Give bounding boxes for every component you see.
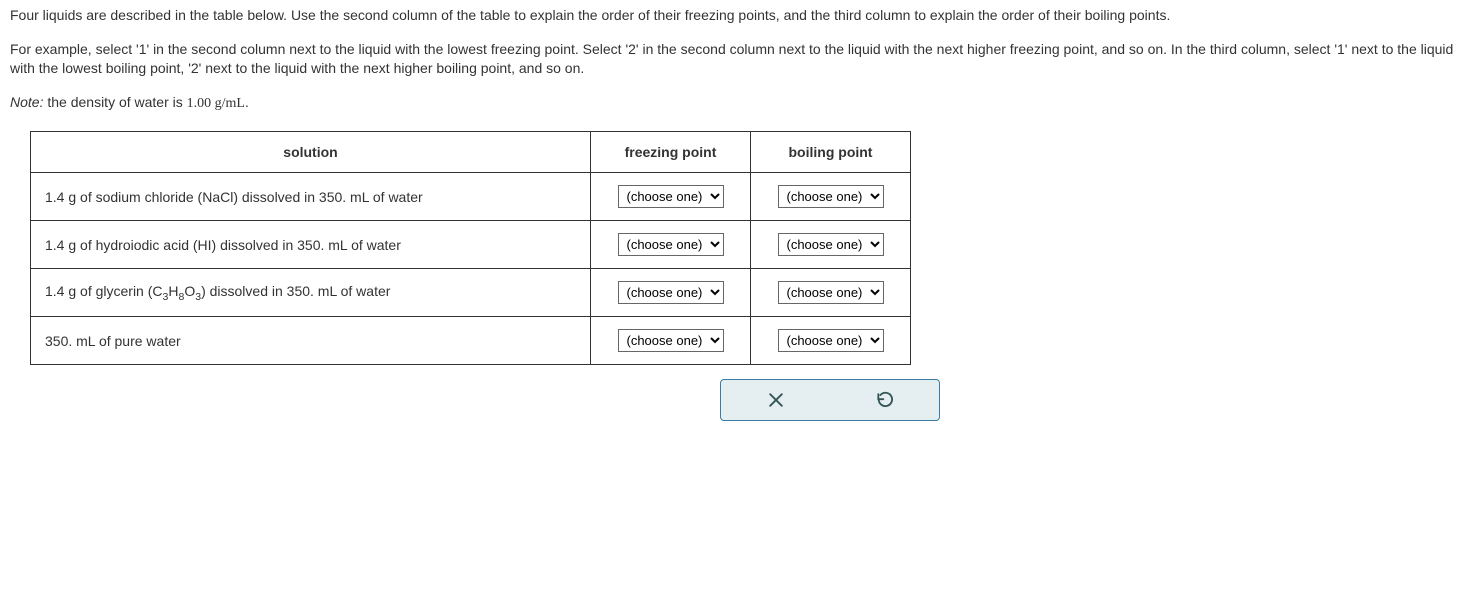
- table-header-row: solution freezing point boiling point: [31, 132, 911, 173]
- freezing-point-cell: (choose one)1234: [591, 269, 751, 317]
- header-freezing-point: freezing point: [591, 132, 751, 173]
- reset-icon[interactable]: [875, 390, 895, 410]
- close-icon[interactable]: [766, 390, 786, 410]
- solution-cell: 1.4 g of hydroiodic acid (HI) dissolved …: [31, 221, 591, 269]
- boiling-point-select[interactable]: (choose one)1234: [778, 329, 884, 352]
- freezing-point-select[interactable]: (choose one)1234: [618, 329, 724, 352]
- freezing-point-cell: (choose one)1234: [591, 221, 751, 269]
- table-row: 1.4 g of sodium chloride (NaCl) dissolve…: [31, 173, 911, 221]
- freezing-point-select[interactable]: (choose one)1234: [618, 185, 724, 208]
- action-bar: [720, 379, 940, 421]
- instruction-paragraph-2: For example, select '1' in the second co…: [10, 40, 1467, 79]
- note-text: the density of water is: [43, 94, 186, 110]
- freezing-point-select[interactable]: (choose one)1234: [618, 281, 724, 304]
- table-body: 1.4 g of sodium chloride (NaCl) dissolve…: [31, 173, 911, 365]
- instruction-paragraph-1: Four liquids are described in the table …: [10, 6, 1467, 26]
- solutions-table: solution freezing point boiling point 1.…: [30, 131, 911, 365]
- boiling-point-select[interactable]: (choose one)1234: [778, 281, 884, 304]
- freezing-point-select[interactable]: (choose one)1234: [618, 233, 724, 256]
- boiling-point-select[interactable]: (choose one)1234: [778, 185, 884, 208]
- solution-cell: 1.4 g of sodium chloride (NaCl) dissolve…: [31, 173, 591, 221]
- instructions-block: Four liquids are described in the table …: [10, 6, 1467, 113]
- chemical-formula: HI: [198, 237, 212, 253]
- table-row: 350. mL of pure water (choose one)1234 (ch…: [31, 317, 911, 365]
- table-row: 1.4 g of glycerin (C3H8O3) dissolved in …: [31, 269, 911, 317]
- note-label: Note:: [10, 94, 43, 110]
- boiling-point-cell: (choose one)1234: [751, 317, 911, 365]
- header-solution: solution: [31, 132, 591, 173]
- solution-cell: 1.4 g of glycerin (C3H8O3) dissolved in …: [31, 269, 591, 317]
- note-end: .: [245, 94, 249, 110]
- chemical-formula: NaCl: [202, 189, 233, 205]
- density-value: 1.00 g/mL: [187, 96, 245, 111]
- solution-cell: 350. mL of pure water: [31, 317, 591, 365]
- freezing-point-cell: (choose one)1234: [591, 173, 751, 221]
- boiling-point-cell: (choose one)1234: [751, 269, 911, 317]
- boiling-point-cell: (choose one)1234: [751, 221, 911, 269]
- table-row: 1.4 g of hydroiodic acid (HI) dissolved …: [31, 221, 911, 269]
- note-paragraph: Note: the density of water is 1.00 g/mL.: [10, 93, 1467, 114]
- header-boiling-point: boiling point: [751, 132, 911, 173]
- chemical-formula: C3H8O3: [152, 283, 201, 299]
- boiling-point-cell: (choose one)1234: [751, 173, 911, 221]
- freezing-point-cell: (choose one)1234: [591, 317, 751, 365]
- boiling-point-select[interactable]: (choose one)1234: [778, 233, 884, 256]
